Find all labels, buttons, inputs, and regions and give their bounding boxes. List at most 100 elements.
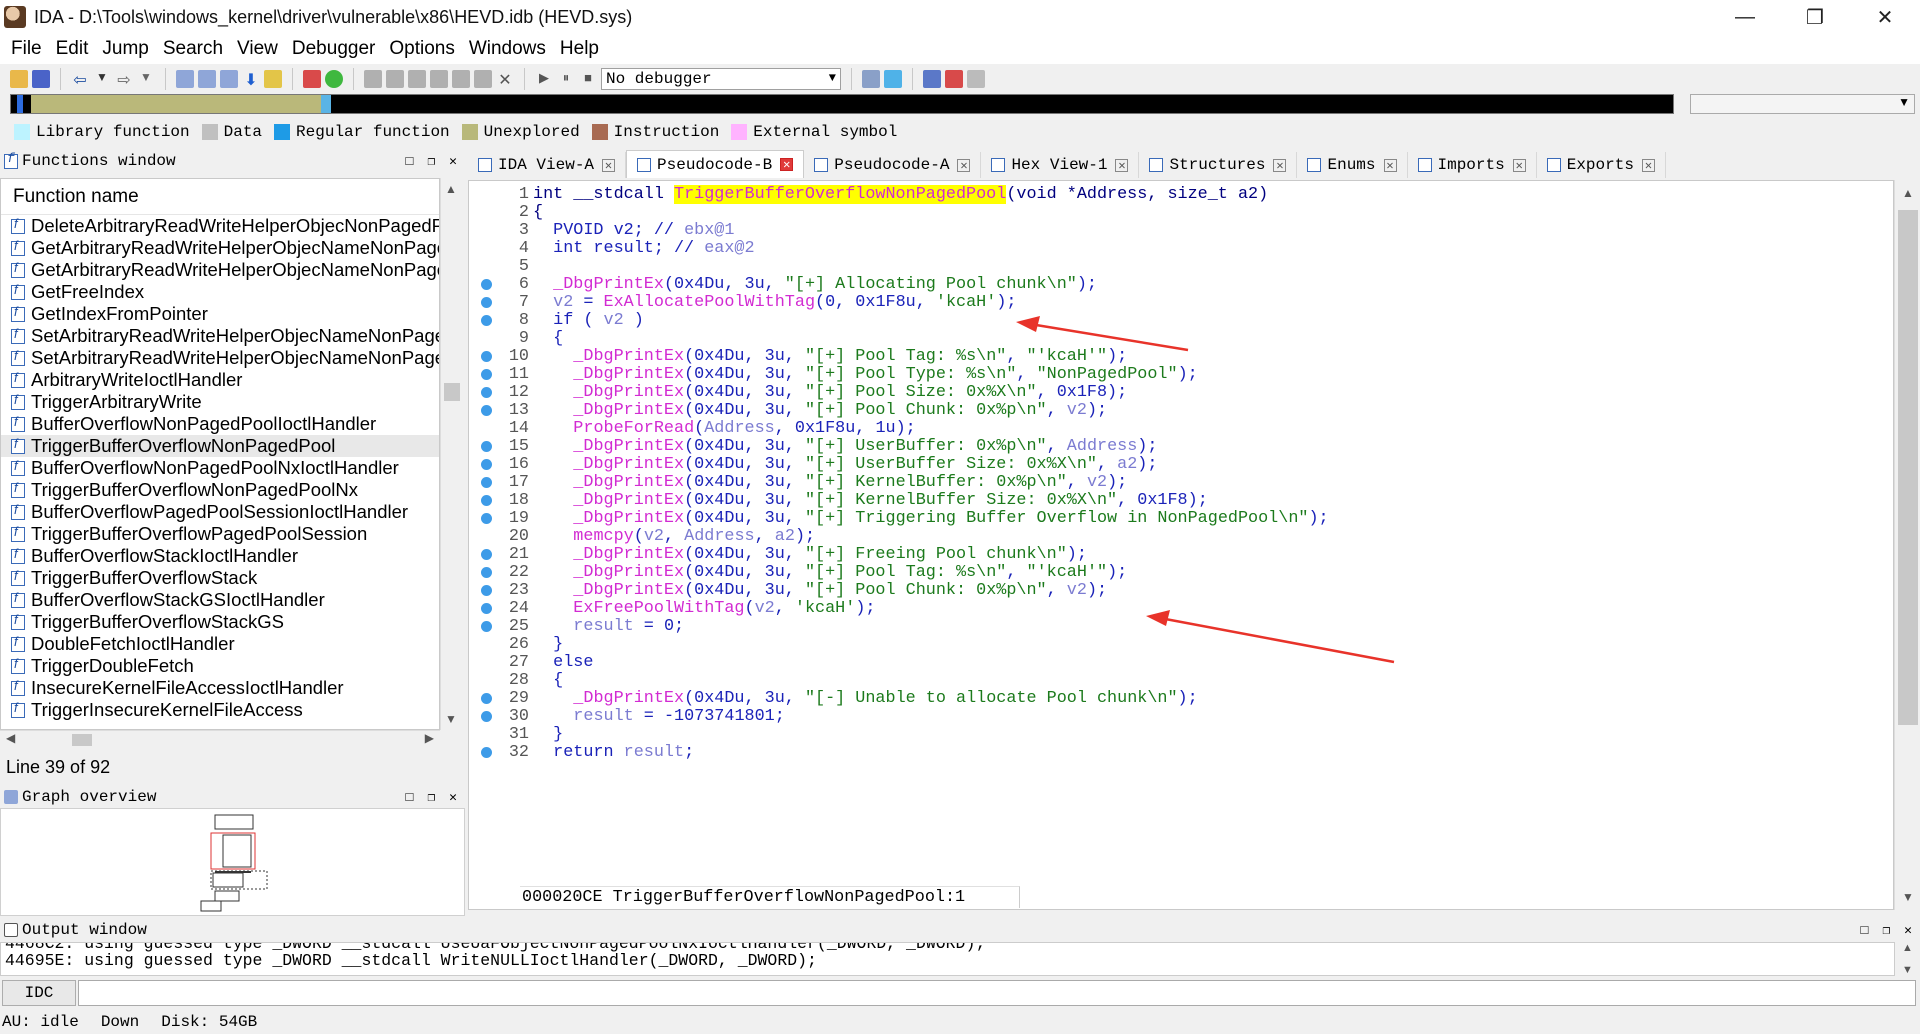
function-list-item[interactable]: GetIndexFromPointer	[1, 303, 439, 325]
close-icon[interactable]: ✕	[1512, 158, 1526, 173]
restore-icon[interactable]: ❐	[1882, 923, 1890, 938]
data-icon[interactable]	[386, 70, 404, 88]
tab-exports[interactable]: Exports ✕	[1536, 152, 1666, 178]
function-list-item[interactable]: TriggerBufferOverflowPagedPoolSession	[1, 523, 439, 545]
breakpoint-gutter[interactable]	[469, 566, 503, 578]
tab-imports[interactable]: Imports ✕	[1407, 152, 1537, 178]
breakpoint-gutter[interactable]	[469, 314, 503, 326]
scroll-up-icon[interactable]: ▲	[445, 182, 457, 196]
maximize-button[interactable]: ❐	[1780, 0, 1850, 34]
close-icon[interactable]: ✕	[1273, 158, 1287, 173]
float-icon[interactable]: □	[406, 790, 414, 805]
close-button[interactable]: ✕	[1850, 0, 1920, 34]
function-list-item[interactable]: GetFreeIndex	[1, 281, 439, 303]
tab-ida-view-a[interactable]: IDA View-A ✕	[468, 152, 627, 178]
back-icon[interactable]: ⇦	[71, 70, 89, 89]
debugger-select[interactable]: No debugger ▼	[601, 68, 841, 90]
function-list-item[interactable]: TriggerBufferOverflowNonPagedPoolNx	[1, 479, 439, 501]
breakpoint-gutter[interactable]	[469, 368, 503, 380]
close-icon[interactable]: ✕	[1115, 158, 1129, 173]
scroll-up-icon[interactable]: ▲	[1902, 186, 1914, 200]
breakpoint-gutter[interactable]	[469, 746, 503, 758]
function-list-item[interactable]: BufferOverflowNonPagedPoolNxIoctlHandler	[1, 457, 439, 479]
back-dropdown-icon[interactable]: ▼	[93, 70, 111, 88]
breakpoint-gutter[interactable]	[469, 458, 503, 470]
code-icon[interactable]	[364, 70, 382, 88]
run-analysis-icon[interactable]	[325, 70, 343, 88]
close-icon[interactable]: ✕	[957, 158, 971, 173]
pause-icon[interactable]: ⏸	[557, 70, 575, 88]
save-icon[interactable]	[32, 70, 50, 88]
menu-jump[interactable]: Jump	[95, 38, 155, 60]
pseudocode-view[interactable]: 1 int __stdcall TriggerBufferOverflowNonP…	[468, 180, 1894, 910]
scroll-thumb[interactable]	[444, 383, 460, 401]
align-icon[interactable]	[430, 70, 448, 88]
restore-icon[interactable]: ❐	[427, 154, 435, 169]
menu-help[interactable]: Help	[553, 38, 606, 60]
menu-view[interactable]: View	[230, 38, 285, 60]
breakpoint-gutter[interactable]	[469, 278, 503, 290]
scroll-thumb[interactable]	[1898, 210, 1918, 725]
graph-icon[interactable]	[303, 70, 321, 88]
close-icon[interactable]: ✕	[1904, 923, 1912, 938]
tab-pseudocode-b[interactable]: Pseudocode-B ✕	[626, 150, 805, 178]
breakpoint-gutter[interactable]	[469, 620, 503, 632]
struct-icon[interactable]	[408, 70, 426, 88]
breakpoint-gutter[interactable]	[469, 494, 503, 506]
breakpoint-gutter[interactable]	[469, 350, 503, 362]
play-icon[interactable]: ▶	[535, 70, 553, 88]
scroll-down-icon[interactable]: ▼	[1902, 964, 1913, 976]
menu-edit[interactable]: Edit	[49, 38, 96, 60]
function-list-item[interactable]: SetArbitraryReadWriteHelperObjecNameNonP…	[1, 347, 439, 369]
scroll-down-icon[interactable]: ▼	[1902, 890, 1914, 904]
text-search-icon-2[interactable]	[264, 70, 282, 88]
function-list-hscroll[interactable]: ◀ ▶	[0, 730, 440, 748]
add-breakpoint-icon[interactable]	[945, 70, 963, 88]
breakpoint-gutter[interactable]	[469, 548, 503, 560]
text-search-icon[interactable]	[198, 70, 216, 88]
function-list-item[interactable]: SetArbitraryReadWriteHelperObjecNameNonP…	[1, 325, 439, 347]
tab-structures[interactable]: Structures ✕	[1139, 152, 1298, 178]
menu-file[interactable]: File	[4, 38, 49, 60]
command-input[interactable]	[78, 980, 1916, 1006]
function-list-item[interactable]: DeleteArbitraryReadWriteHelperObjecNonPa…	[1, 215, 439, 237]
breakpoint-gutter[interactable]	[469, 386, 503, 398]
function-list-item[interactable]: DoubleFetchIoctlHandler	[1, 633, 439, 655]
function-list-item[interactable]: TriggerBufferOverflowNonPagedPool	[1, 435, 439, 457]
breakpoint-list-icon[interactable]	[923, 70, 941, 88]
function-list-item[interactable]: TriggerDoubleFetch	[1, 655, 439, 677]
scroll-left-icon[interactable]: ◀	[6, 731, 15, 745]
function-list-vscroll[interactable]: ▲ ▼	[440, 178, 462, 730]
breakpoint-gutter[interactable]	[469, 602, 503, 614]
code-line[interactable]: 32 return result;	[469, 741, 1893, 763]
menu-windows[interactable]: Windows	[462, 38, 553, 60]
close-icon[interactable]: ✕	[780, 158, 794, 172]
breakpoint-gutter[interactable]	[469, 512, 503, 524]
tab-pseudocode-a[interactable]: Pseudocode-A ✕	[804, 152, 982, 178]
breakpoint-gutter[interactable]	[469, 404, 503, 416]
function-list-item[interactable]: ArbitraryWriteIoctlHandler	[1, 369, 439, 391]
float-icon[interactable]: □	[1861, 923, 1869, 938]
breakpoint-gutter[interactable]	[469, 440, 503, 452]
function-list-item[interactable]: TriggerBufferOverflowStack	[1, 567, 439, 589]
function-name-column-header[interactable]: Function name	[1, 179, 439, 215]
hscroll-thumb[interactable]	[72, 734, 92, 746]
breakpoint-gutter[interactable]	[469, 584, 503, 596]
idc-button[interactable]: IDC	[2, 980, 76, 1006]
undefine-icon[interactable]: ✕	[496, 70, 514, 89]
menu-options[interactable]: Options	[382, 38, 461, 60]
tab-hex-view-1[interactable]: Hex View-1 ✕	[981, 152, 1140, 178]
float-icon[interactable]: □	[406, 154, 414, 169]
function-list-item[interactable]: BufferOverflowStackIoctlHandler	[1, 545, 439, 567]
scroll-down-icon[interactable]: ▼	[445, 712, 457, 726]
string-icon[interactable]	[474, 70, 492, 88]
navigation-band[interactable]	[10, 94, 1674, 114]
function-list-item[interactable]: BufferOverflowStackGSIoctlHandler	[1, 589, 439, 611]
close-icon[interactable]: ✕	[1641, 158, 1655, 173]
function-list-item[interactable]: GetArbitraryReadWriteHelperObjecNameNonP…	[1, 259, 439, 281]
output-log[interactable]: 4468C2: using guessed type _DWORD __stdc…	[0, 942, 1895, 976]
open-icon[interactable]	[10, 70, 28, 88]
scroll-up-icon[interactable]: ▲	[1902, 942, 1913, 954]
breakpoint-gutter[interactable]	[469, 476, 503, 488]
function-list[interactable]: Function name DeleteArbitraryReadWriteHe…	[0, 178, 440, 730]
